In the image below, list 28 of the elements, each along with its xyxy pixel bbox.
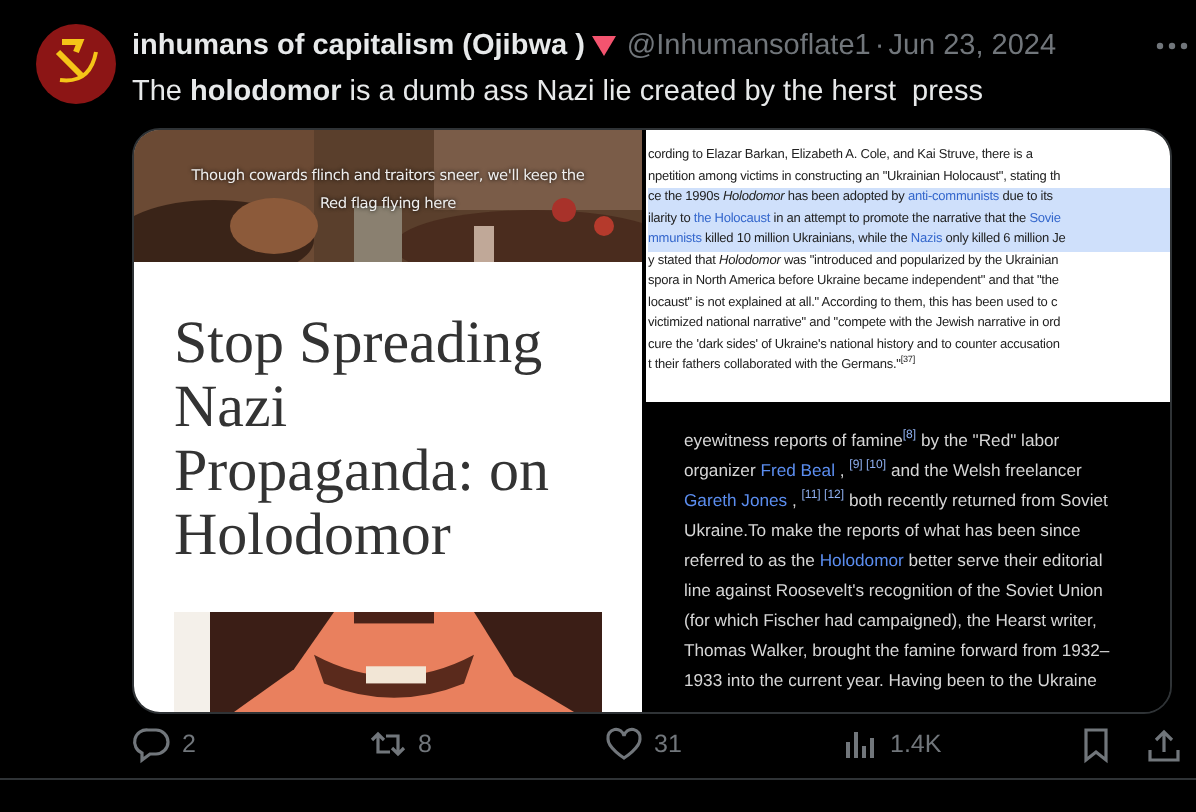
link[interactable]: Gareth Jones (684, 489, 788, 509)
repost-count: 8 (418, 730, 432, 758)
reply-count: 2 (182, 730, 196, 758)
link[interactable]: Holodomor (819, 549, 904, 569)
excerpt-line: 1933 into the current year. Having been to the Ukraine (684, 667, 1099, 694)
excerpt-line: line against Roosevelt's recognition of the Soviet Union (684, 577, 1105, 604)
avatar[interactable] (36, 24, 116, 104)
like-count: 31 (654, 730, 682, 758)
more-icon[interactable] (1156, 42, 1188, 50)
excerpt-line: organizer Fred Beal , $^{[9] [10]}$ and the Welsh freelancer (684, 457, 1084, 484)
link[interactable]: Fred Beal (760, 459, 835, 479)
views-count: 1.4K (890, 730, 942, 758)
heart-icon[interactable] (604, 725, 644, 763)
excerpt-line: Thomas Walker, brought the famine forward from 1932– (684, 637, 1112, 664)
share-icon[interactable] (1144, 725, 1184, 763)
reply-icon[interactable] (132, 725, 172, 763)
post-date[interactable]: Jun 23, 2024 (888, 30, 1057, 62)
excerpt-line: Ukraine.To make the reports of what has been since (684, 517, 1083, 544)
post-text: The holodomor is a dumb ass Nazi lie created by the herst press (132, 74, 985, 112)
triangle-icon (592, 35, 617, 57)
excerpt-line: Gareth Jones , $^{[11] [12]}$ both recently returned from Soviet (684, 487, 1110, 514)
excerpt-line: eyewitness reports of famine$^{[8]}$ by the "Red" labor (684, 427, 1062, 454)
post-title: Stop Spreading Nazi Propaganda: on Holodomor (174, 312, 551, 568)
author-name[interactable]: inhumans of capitalism (Ojibwa ) (132, 30, 585, 62)
author-handle[interactable]: @Inhumansoflate1 (626, 30, 871, 62)
excerpt-line: referred to as the Holodomor better serve their editorial (684, 547, 1105, 573)
excerpt-line: (for which Fischer had campaigned), the Hearst writer, (684, 607, 1099, 634)
separator: · (874, 30, 885, 62)
